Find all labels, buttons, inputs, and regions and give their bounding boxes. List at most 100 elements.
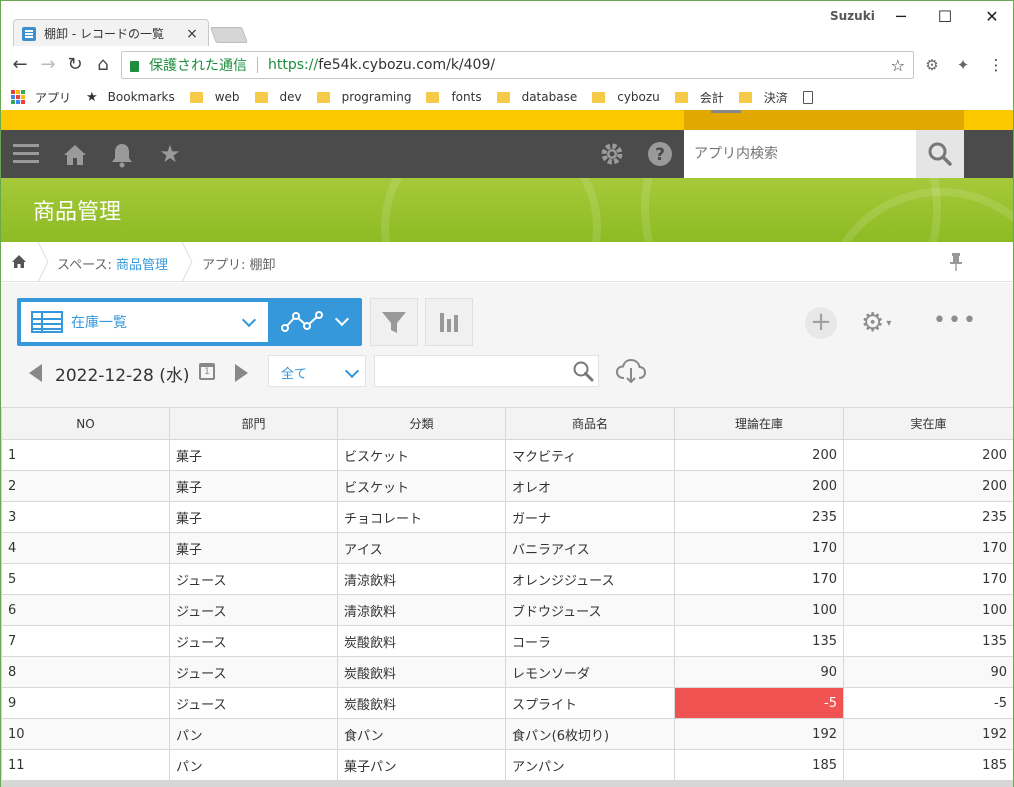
add-record-button[interactable]: + — [805, 307, 837, 339]
folder-icon — [254, 91, 268, 103]
extension-2-icon[interactable]: ✦ — [953, 55, 973, 75]
table-cell-theoretical-stock: -5 — [674, 687, 844, 719]
column-header-theoretical-stock[interactable]: 理論在庫 — [674, 407, 844, 440]
bookmark-cybozu[interactable]: cybozu — [592, 90, 660, 104]
app-search-input[interactable] — [684, 130, 916, 178]
folder-icon — [316, 91, 330, 103]
bookmark-programing[interactable]: programing — [316, 90, 411, 104]
bookmark-dev[interactable]: dev — [254, 90, 302, 104]
bookmark-fonts[interactable]: fonts — [426, 90, 482, 104]
menu-kebab-icon[interactable]: ⋮ — [986, 55, 1006, 75]
svg-text:?: ? — [655, 145, 665, 165]
table-row[interactable]: 8 ジュース 炭酸飲料 レモンソーダ 90 90 — [1, 656, 1014, 688]
cloud-download-icon[interactable] — [615, 358, 647, 384]
bookmark-payment[interactable]: 決済 — [738, 89, 788, 106]
bookmark-star-icon[interactable]: ☆ — [891, 56, 905, 75]
breadcrumb-space[interactable]: スペース: 商品管理 — [57, 254, 168, 273]
filter-button[interactable] — [370, 298, 418, 346]
browser-tab[interactable]: 棚卸 - レコードの一覧 × — [13, 19, 209, 47]
bookmark-bookmarks[interactable]: ★ Bookmarks — [86, 90, 175, 105]
table-row[interactable]: 4 菓子 アイス バニラアイス 170 170 — [1, 532, 1014, 564]
notification-bell-icon[interactable] — [109, 142, 135, 168]
table-row[interactable]: 7 ジュース 炭酸飲料 コーラ 135 135 — [1, 625, 1014, 657]
tab-close-icon[interactable]: × — [184, 26, 200, 42]
table-cell-category: ビスケット — [337, 439, 506, 471]
graph-dropdown[interactable] — [273, 302, 358, 342]
bookmark-page[interactable] — [802, 90, 813, 104]
table-row[interactable]: 9 ジュース 炭酸飲料 スプライト -5 -5 — [1, 687, 1014, 719]
view-dropdown[interactable]: 在庫一覧 — [21, 302, 268, 342]
more-options-icon[interactable]: ••• — [933, 309, 976, 337]
bookmark-label: database — [521, 90, 578, 104]
search-icon[interactable] — [572, 360, 594, 382]
bookmark-database[interactable]: database — [496, 90, 578, 104]
help-icon[interactable]: ? — [647, 141, 673, 167]
table-row[interactable]: 5 ジュース 清涼飲料 オレンジジュース 170 170 — [1, 563, 1014, 595]
table-row[interactable]: 11 パン 菓子パン アンパン 185 185 — [1, 749, 1014, 781]
window-close-icon[interactable]: ✕ — [977, 5, 1007, 29]
menu-hamburger-icon[interactable] — [13, 144, 39, 164]
secure-label: 保護された通信 — [149, 58, 247, 74]
column-header-no[interactable]: NO — [1, 407, 170, 440]
table-cell-department: 菓子 — [169, 501, 338, 533]
previous-date-icon[interactable] — [29, 364, 42, 382]
column-header-category[interactable]: 分類 — [337, 407, 506, 440]
table-header-row: NO 部門 分類 商品名 理論在庫 実在庫 — [1, 407, 1014, 440]
keyword-search-input[interactable] — [374, 355, 599, 387]
app-settings-button[interactable]: ⚙ ▾ — [861, 309, 907, 337]
table-cell-product: スプライト — [505, 687, 675, 719]
bookmark-apps[interactable]: アプリ — [11, 89, 71, 106]
table-cell-product: ブドウジュース — [505, 594, 675, 626]
settings-gear-icon[interactable] — [599, 141, 625, 167]
minimize-icon[interactable]: ─ — [886, 5, 916, 29]
graph-button[interactable] — [425, 298, 473, 346]
address-bar[interactable]: 保護された通信 https:// fe54k.cybozu.com/k/409/… — [121, 51, 914, 79]
table-cell-product: 食パン(6枚切り) — [505, 718, 675, 750]
reload-icon[interactable]: ↻ — [64, 54, 86, 76]
table-cell-no: 9 — [1, 687, 170, 719]
app-search-button[interactable] — [916, 130, 964, 178]
table-row[interactable]: 10 パン 食パン 食パン(6枚切り) 192 192 — [1, 718, 1014, 750]
table-cell-theoretical-stock: 135 — [674, 625, 844, 657]
bookmark-accounting[interactable]: 会計 — [674, 89, 724, 106]
table-cell-no: 1 — [1, 439, 170, 471]
column-header-product[interactable]: 商品名 — [505, 407, 675, 440]
table-cell-actual-stock: 170 — [843, 532, 1014, 564]
profile-name[interactable]: Suzuki — [830, 9, 875, 23]
forward-icon[interactable]: → — [37, 54, 59, 76]
chevron-down-icon — [344, 363, 360, 379]
horizontal-scrollbar[interactable] — [1, 781, 1013, 787]
column-header-department[interactable]: 部門 — [169, 407, 338, 440]
search-icon — [928, 142, 952, 166]
table-row[interactable]: 3 菓子 チョコレート ガーナ 235 235 — [1, 501, 1014, 533]
bookmark-web[interactable]: web — [189, 90, 240, 104]
portal-home-icon[interactable] — [63, 144, 87, 166]
folder-icon — [674, 91, 688, 103]
pin-icon[interactable] — [949, 252, 963, 272]
new-tab-button[interactable] — [210, 27, 248, 43]
calendar-icon[interactable]: 1 — [199, 363, 215, 380]
back-icon[interactable]: ← — [9, 54, 31, 76]
table-row[interactable]: 6 ジュース 清涼飲料 ブドウジュース 100 100 — [1, 594, 1014, 626]
favorites-star-icon[interactable]: ★ — [154, 138, 186, 170]
window-border — [0, 46, 1, 787]
table-cell-product: ガーナ — [505, 501, 675, 533]
breadcrumb-space-link[interactable]: 商品管理 — [116, 258, 168, 273]
breadcrumb-home-icon[interactable] — [11, 254, 27, 270]
home-icon[interactable]: ⌂ — [92, 54, 114, 76]
maximize-icon[interactable]: ☐ — [930, 5, 960, 29]
table-cell-category: 炭酸飲料 — [337, 625, 506, 657]
table-cell-category: 清涼飲料 — [337, 563, 506, 595]
url-separator — [257, 57, 258, 73]
next-date-icon[interactable] — [235, 364, 248, 382]
table-row[interactable]: 2 菓子 ビスケット オレオ 200 200 — [1, 470, 1014, 502]
category-filter-select[interactable]: 全て — [268, 355, 366, 387]
app-header-banner: 商品管理 — [1, 178, 1013, 242]
apps-grid-icon — [11, 90, 25, 104]
column-header-actual-stock[interactable]: 実在庫 — [843, 407, 1014, 440]
extension-icon[interactable]: ⚙ — [922, 55, 942, 75]
table-cell-theoretical-stock: 100 — [674, 594, 844, 626]
table-cell-no: 6 — [1, 594, 170, 626]
table-cell-theoretical-stock: 90 — [674, 656, 844, 688]
table-row[interactable]: 1 菓子 ビスケット マクビティ 200 200 — [1, 439, 1014, 471]
